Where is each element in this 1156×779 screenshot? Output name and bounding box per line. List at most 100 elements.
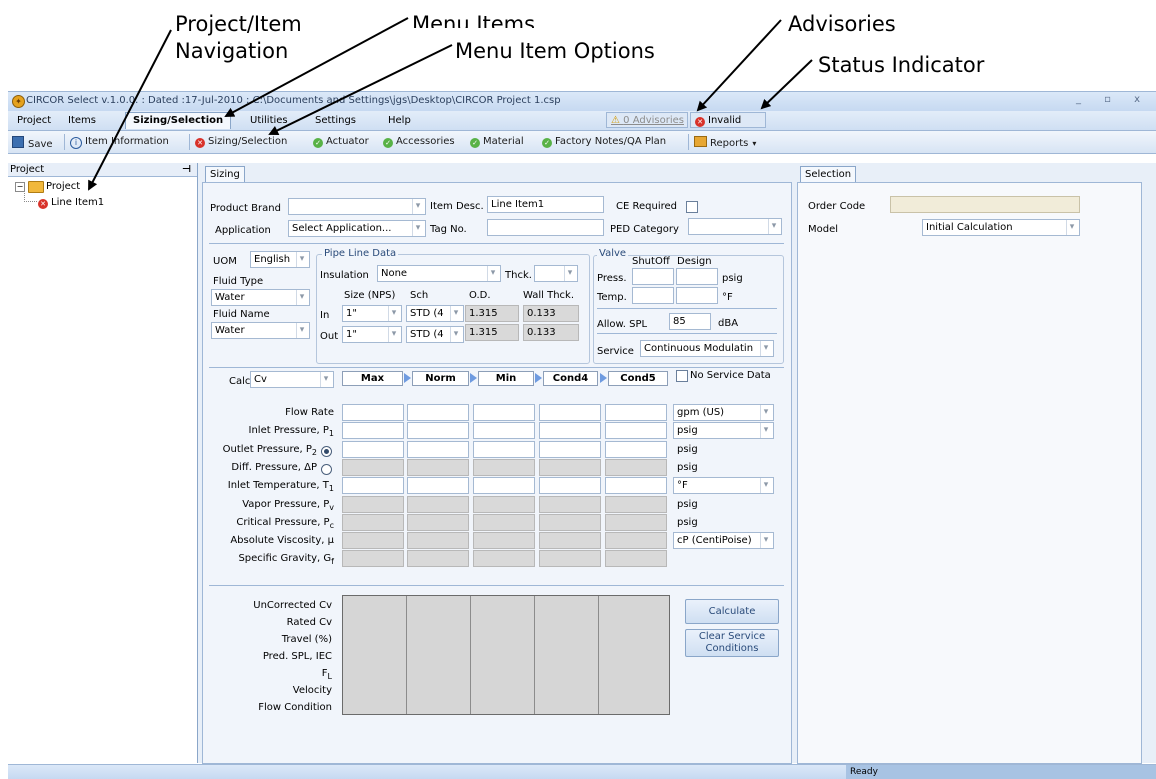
design-press-input[interactable] bbox=[676, 268, 718, 285]
row-label-subscript: v bbox=[329, 503, 334, 512]
condition-cell[interactable] bbox=[605, 477, 667, 494]
ce-required-label: CE Required bbox=[616, 201, 677, 212]
diff-pressure-radio[interactable] bbox=[321, 464, 332, 475]
condition-cell[interactable] bbox=[539, 477, 601, 494]
actuator-label: Actuator bbox=[326, 136, 369, 147]
item-information-button[interactable]: i Item Information bbox=[70, 136, 169, 149]
condition-cell[interactable] bbox=[605, 441, 667, 458]
tree-item-label: Line Item1 bbox=[51, 197, 105, 208]
factory-notes-button[interactable]: ✓ Factory Notes/QA Plan bbox=[542, 136, 666, 148]
outlet-pressure-radio[interactable] bbox=[321, 446, 332, 457]
menu-items[interactable]: Items bbox=[68, 115, 96, 126]
unit-select[interactable]: cP (CentiPoise) bbox=[673, 532, 774, 549]
condition-cell[interactable] bbox=[539, 422, 601, 439]
row-label: Outlet Pressure, P2 bbox=[210, 444, 317, 457]
condition-cell[interactable] bbox=[407, 404, 469, 421]
condition-cell bbox=[407, 550, 469, 567]
material-button[interactable]: ✓ Material bbox=[470, 136, 524, 148]
fluid-name-select[interactable]: Water bbox=[211, 322, 310, 339]
design-temp-input[interactable] bbox=[676, 287, 718, 304]
condition-cell[interactable] bbox=[342, 477, 404, 494]
result-label: Travel (%) bbox=[210, 634, 332, 645]
insulation-select[interactable]: None bbox=[377, 265, 501, 282]
condition-cell[interactable] bbox=[342, 404, 404, 421]
calc-select[interactable]: Cv bbox=[250, 371, 334, 388]
sizing-selection-button[interactable]: ✕ Sizing/Selection bbox=[195, 136, 287, 148]
row-label-subscript: f bbox=[331, 557, 334, 566]
condition-cell bbox=[539, 459, 601, 476]
menu-settings[interactable]: Settings bbox=[315, 115, 356, 126]
tab-sizing[interactable]: Sizing bbox=[205, 166, 245, 183]
menu-sizing-selection[interactable]: Sizing/Selection bbox=[125, 112, 232, 129]
menu-utilities[interactable]: Utilities bbox=[250, 115, 288, 126]
condition-cell bbox=[473, 459, 535, 476]
unit-label: psig bbox=[677, 499, 698, 510]
condition-cell[interactable] bbox=[407, 477, 469, 494]
unit-select[interactable]: °F bbox=[673, 477, 774, 494]
tag-no-label: Tag No. bbox=[430, 224, 467, 235]
condition-cell[interactable] bbox=[473, 422, 535, 439]
fluid-type-select[interactable]: Water bbox=[211, 289, 310, 306]
row-label: Vapor Pressure, Pv bbox=[210, 499, 334, 512]
no-service-data-checkbox[interactable] bbox=[676, 370, 688, 382]
condition-cell[interactable] bbox=[473, 404, 535, 421]
allow-spl-input[interactable]: 85 bbox=[669, 313, 711, 330]
col-header-cond5[interactable]: Cond5 bbox=[608, 371, 668, 386]
shutoff-temp-input[interactable] bbox=[632, 287, 674, 304]
unit-select[interactable]: psig bbox=[673, 422, 774, 439]
condition-cell[interactable] bbox=[407, 441, 469, 458]
ce-required-checkbox[interactable] bbox=[686, 201, 698, 213]
condition-cell[interactable] bbox=[473, 441, 535, 458]
uom-select[interactable]: English bbox=[250, 251, 310, 268]
save-label: Save bbox=[28, 139, 53, 150]
unit-select[interactable]: gpm (US) bbox=[673, 404, 774, 421]
pin-icon[interactable]: ⊣ bbox=[182, 163, 191, 176]
result-label: Pred. SPL, IEC bbox=[210, 651, 332, 662]
condition-cell bbox=[539, 496, 601, 513]
condition-cell[interactable] bbox=[342, 441, 404, 458]
condition-cell[interactable] bbox=[539, 441, 601, 458]
application-select[interactable]: Select Application... bbox=[288, 220, 426, 237]
condition-cell[interactable] bbox=[473, 477, 535, 494]
condition-cell[interactable] bbox=[539, 404, 601, 421]
tab-selection[interactable]: Selection bbox=[800, 166, 857, 183]
in-sch-select[interactable]: STD (4 bbox=[406, 305, 464, 322]
product-brand-select[interactable] bbox=[288, 198, 426, 215]
menu-help[interactable]: Help bbox=[388, 115, 411, 126]
in-label: In bbox=[320, 310, 330, 321]
save-button[interactable]: Save bbox=[12, 136, 53, 150]
service-select[interactable]: Continuous Modulatin bbox=[640, 340, 774, 357]
shutoff-press-input[interactable] bbox=[632, 268, 674, 285]
window-controls[interactable]: _ ▫ x bbox=[1076, 94, 1150, 105]
col-header-min[interactable]: Min bbox=[478, 371, 534, 386]
condition-cell bbox=[605, 532, 667, 549]
calculate-button[interactable]: Calculate bbox=[685, 599, 779, 624]
in-size-select[interactable]: 1" bbox=[342, 305, 402, 322]
actuator-button[interactable]: ✓ Actuator bbox=[313, 136, 369, 148]
factory-notes-label: Factory Notes/QA Plan bbox=[555, 136, 667, 147]
status-indicator[interactable]: ✕ Invalid bbox=[690, 112, 766, 128]
out-sch-select[interactable]: STD (4 bbox=[406, 326, 464, 343]
col-header-cond4[interactable]: Cond4 bbox=[543, 371, 598, 386]
reports-button[interactable]: Reports ▾ bbox=[694, 136, 756, 149]
condition-cell[interactable] bbox=[407, 422, 469, 439]
condition-cell bbox=[342, 550, 404, 567]
model-select[interactable]: Initial Calculation bbox=[922, 219, 1080, 236]
advisories-button[interactable]: ⚠ 0 Advisories bbox=[606, 112, 688, 128]
accessories-button[interactable]: ✓ Accessories bbox=[383, 136, 455, 148]
out-size-select[interactable]: 1" bbox=[342, 326, 402, 343]
thickness-select[interactable] bbox=[534, 265, 578, 282]
menu-project[interactable]: Project bbox=[17, 115, 51, 126]
item-desc-input[interactable]: Line Item1 bbox=[487, 196, 604, 213]
tag-no-input[interactable] bbox=[487, 219, 604, 236]
clear-service-conditions-button[interactable]: Clear Service Conditions bbox=[685, 629, 779, 657]
unit-label: psig bbox=[677, 444, 698, 455]
col-header-max[interactable]: Max bbox=[342, 371, 403, 386]
tree-item-line-item1[interactable]: ✕ Line Item1 bbox=[38, 197, 104, 209]
condition-cell[interactable] bbox=[342, 422, 404, 439]
tree-item-project[interactable]: Project bbox=[46, 181, 80, 192]
condition-cell[interactable] bbox=[605, 422, 667, 439]
condition-cell[interactable] bbox=[605, 404, 667, 421]
col-header-norm[interactable]: Norm bbox=[412, 371, 469, 386]
ped-category-select[interactable] bbox=[688, 218, 782, 235]
